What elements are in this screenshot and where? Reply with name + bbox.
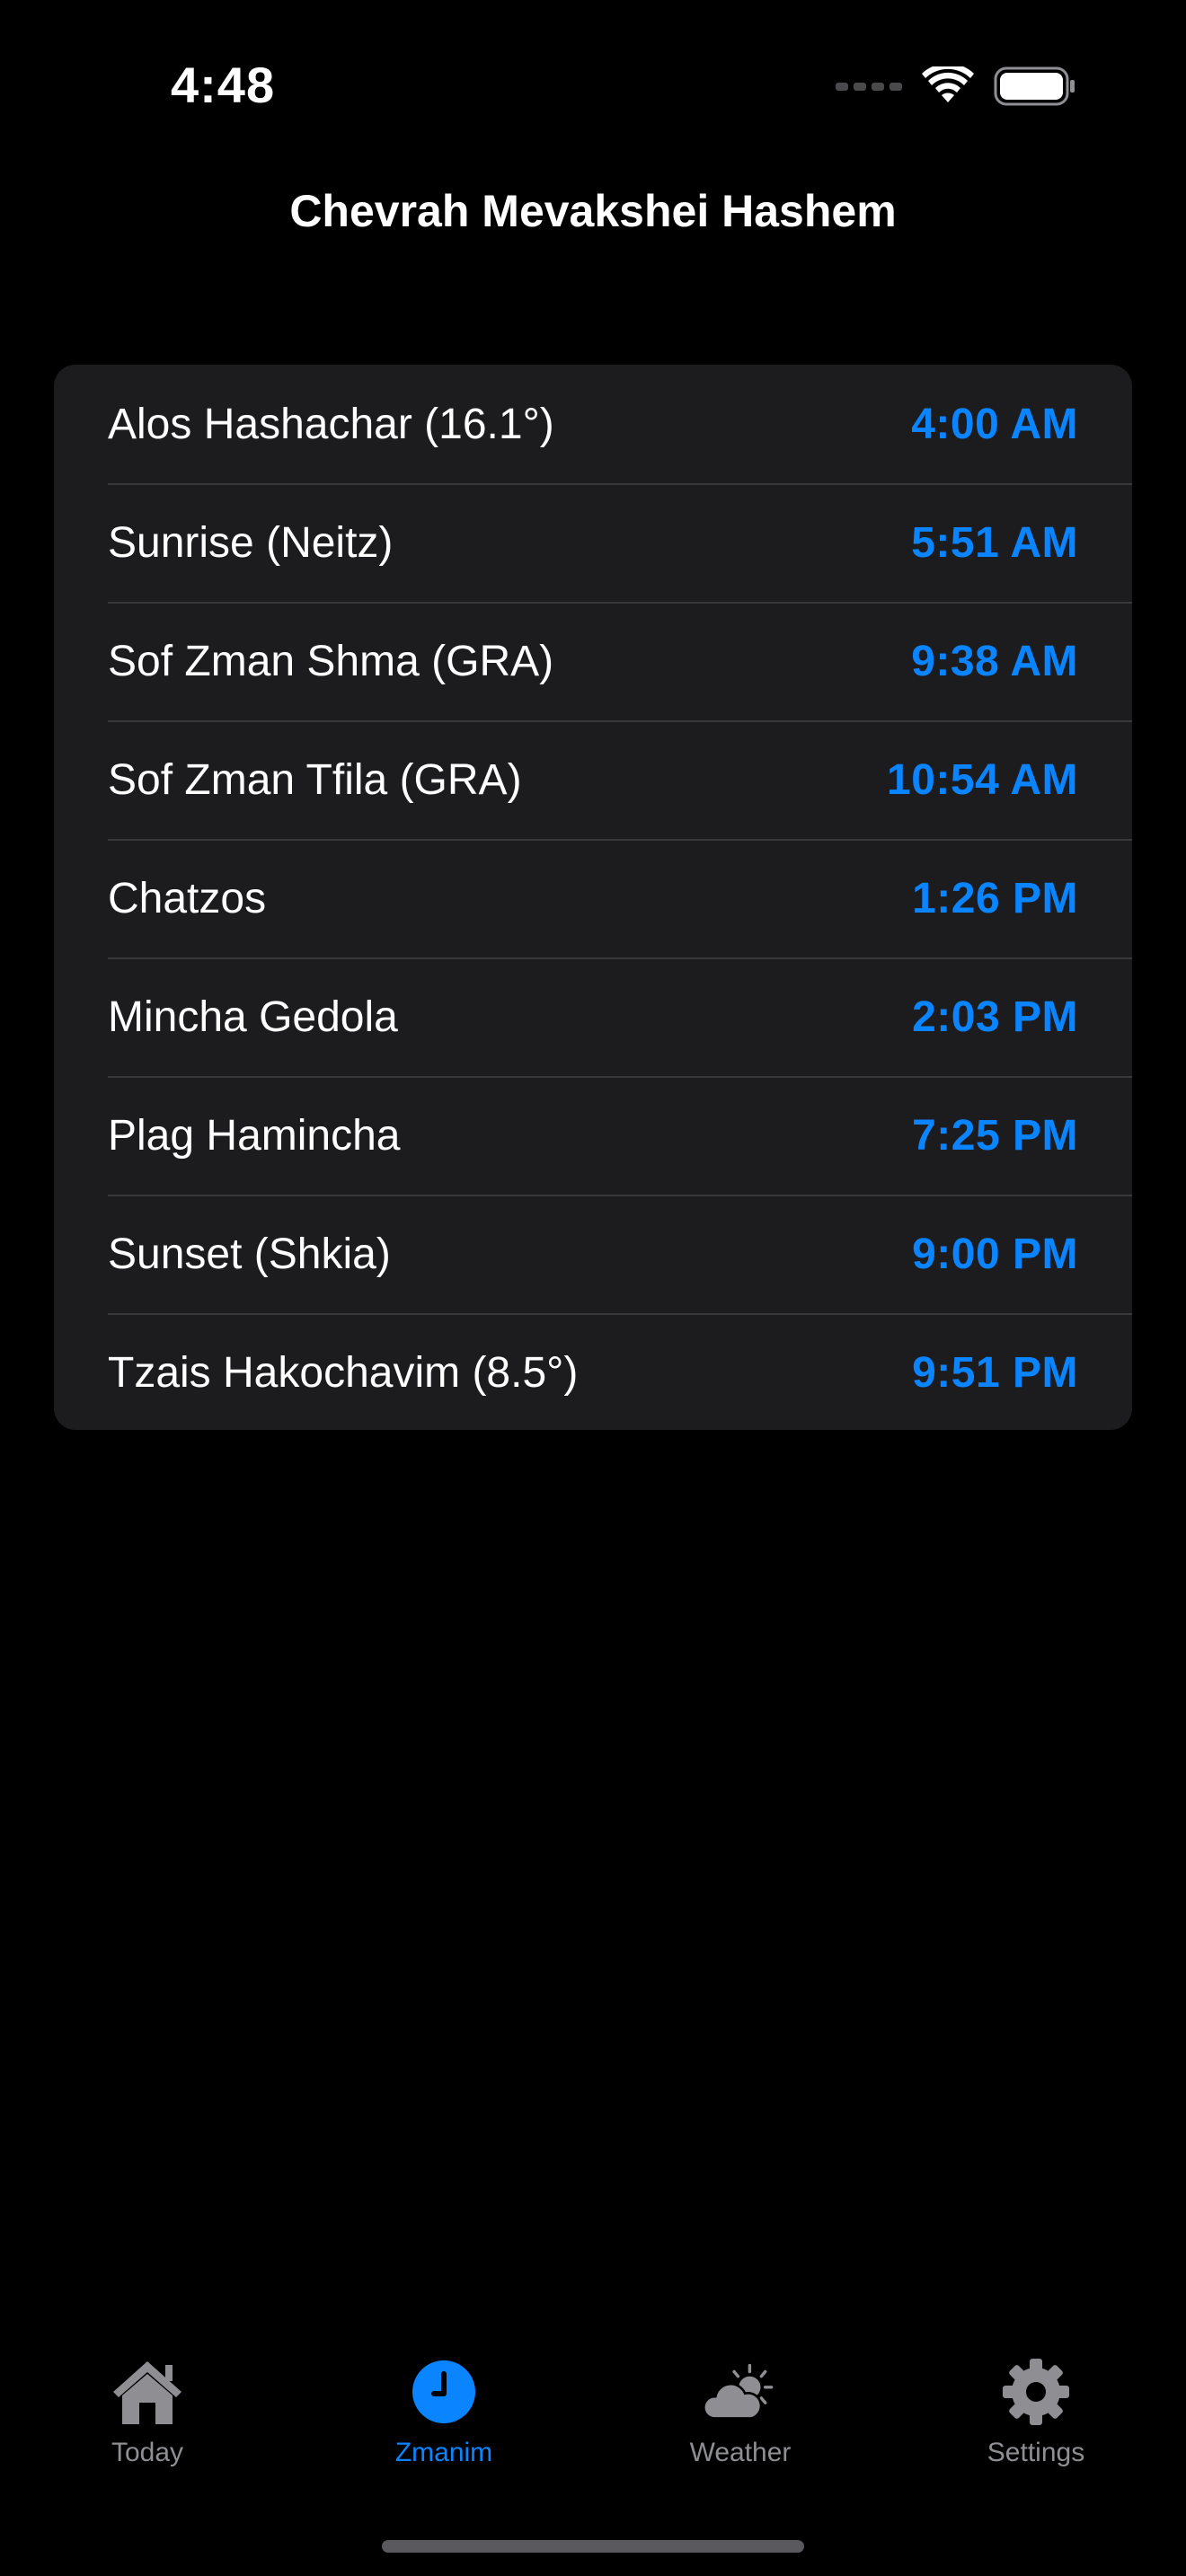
tab-zmanim[interactable]: Zmanim bbox=[345, 2353, 543, 2468]
tab-label: Settings bbox=[987, 2438, 1085, 2467]
status-indicators bbox=[836, 65, 1076, 108]
zman-time: 7:25 PM bbox=[912, 1111, 1078, 1160]
page-title: Chevrah Mevakshei Hashem bbox=[289, 186, 897, 236]
list-item[interactable]: Mincha Gedola 2:03 PM bbox=[54, 957, 1132, 1076]
zman-time: 9:00 PM bbox=[912, 1230, 1078, 1278]
zman-label: Sof Zman Shma (GRA) bbox=[108, 637, 554, 685]
zman-time: 1:26 PM bbox=[912, 874, 1078, 922]
zman-label: Sunset (Shkia) bbox=[108, 1230, 391, 1278]
tab-label: Today bbox=[111, 2438, 184, 2467]
status-time: 4:48 bbox=[171, 57, 276, 113]
zman-label: Chatzos bbox=[108, 874, 267, 922]
list-item[interactable]: Sunrise (Neitz) 5:51 AM bbox=[54, 483, 1132, 602]
home-indicator[interactable] bbox=[382, 2540, 804, 2553]
list-item[interactable]: Sof Zman Shma (GRA) 9:38 AM bbox=[54, 602, 1132, 720]
zman-label: Sof Zman Tfila (GRA) bbox=[108, 755, 522, 804]
zman-label: Tzais Hakochavim (8.5°) bbox=[108, 1348, 579, 1397]
gear-icon bbox=[996, 2353, 1076, 2430]
house-icon bbox=[107, 2353, 188, 2430]
zman-label: Sunrise (Neitz) bbox=[108, 518, 394, 567]
list-item[interactable]: Plag Hamincha 7:25 PM bbox=[54, 1076, 1132, 1195]
zman-label: Alos Hashachar (16.1°) bbox=[108, 400, 554, 448]
zman-time: 2:03 PM bbox=[912, 992, 1078, 1041]
cloud-sun-icon bbox=[700, 2353, 781, 2430]
zman-label: Mincha Gedola bbox=[108, 992, 398, 1041]
zman-time: 5:51 AM bbox=[911, 518, 1078, 567]
wifi-icon bbox=[922, 66, 974, 106]
zmanim-screen: 4:48 Chevrah Mevakshei Hashem Alos Hasha… bbox=[0, 0, 1186, 2576]
tab-settings[interactable]: Settings bbox=[937, 2353, 1135, 2468]
list-item[interactable]: Sunset (Shkia) 9:00 PM bbox=[54, 1195, 1132, 1313]
tab-label: Weather bbox=[689, 2438, 792, 2467]
zman-time: 9:51 PM bbox=[912, 1348, 1078, 1397]
list-item[interactable]: Chatzos 1:26 PM bbox=[54, 839, 1132, 957]
clock-icon bbox=[403, 2353, 484, 2430]
tab-label: Zmanim bbox=[394, 2438, 493, 2467]
zman-time: 4:00 AM bbox=[911, 400, 1078, 448]
tab-today[interactable]: Today bbox=[49, 2353, 246, 2468]
zmanim-list: Alos Hashachar (16.1°) 4:00 AM Sunrise (… bbox=[54, 365, 1132, 1430]
cellular-signal-icon bbox=[836, 82, 902, 91]
zman-label: Plag Hamincha bbox=[108, 1111, 401, 1160]
tab-weather[interactable]: Weather bbox=[642, 2353, 839, 2468]
battery-icon bbox=[994, 66, 1076, 106]
zman-time: 10:54 AM bbox=[887, 755, 1078, 804]
list-item[interactable]: Tzais Hakochavim (8.5°) 9:51 PM bbox=[54, 1313, 1132, 1430]
list-item[interactable]: Sof Zman Tfila (GRA) 10:54 AM bbox=[54, 720, 1132, 839]
tab-bar: Today Zmanim Weather Settings bbox=[0, 2353, 1186, 2497]
list-item[interactable]: Alos Hashachar (16.1°) 4:00 AM bbox=[54, 365, 1132, 483]
zman-time: 9:38 AM bbox=[911, 637, 1078, 685]
